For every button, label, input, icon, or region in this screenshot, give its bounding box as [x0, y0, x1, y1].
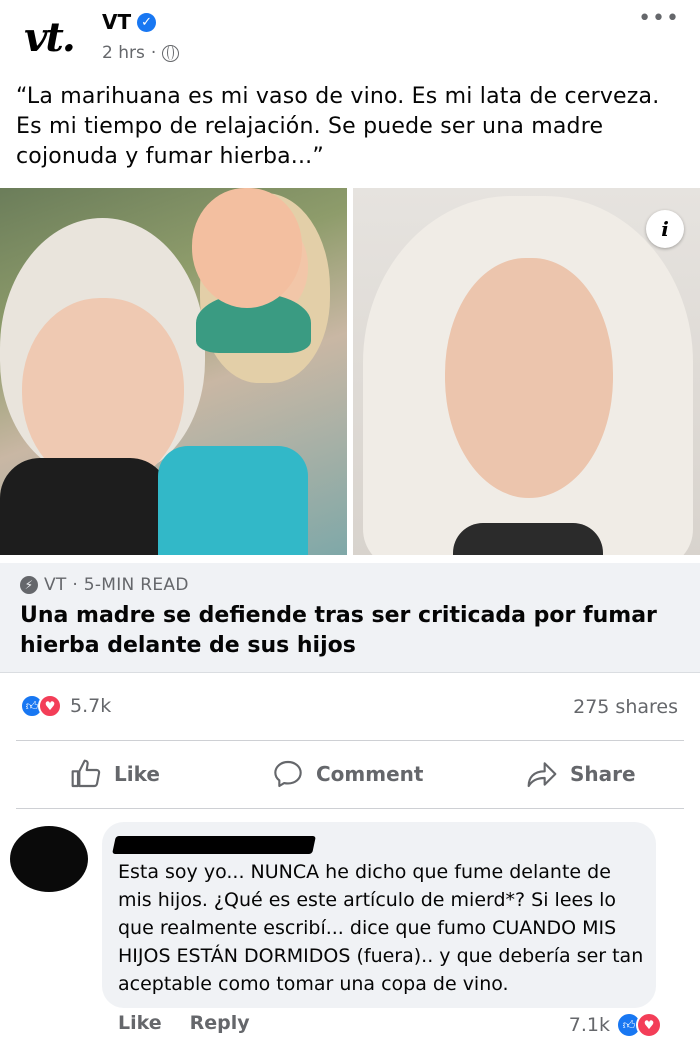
link-title[interactable]: Una madre se defiende tras ser criticada… [20, 601, 680, 661]
page-name-row: VT ✓ [102, 10, 157, 34]
comment-reaction-count: 7.1k [568, 1014, 610, 1036]
page-logo: vt. [24, 13, 76, 61]
post-actions: Like Comment Share [0, 744, 700, 806]
photo-shape [453, 523, 603, 555]
post-stats: 👍︎ ♥ 5.7k 275 shares [0, 690, 700, 726]
comment: Esta soy yo... NUNCA he dicho que fume d… [0, 816, 700, 1044]
page-avatar[interactable]: vt. [14, 6, 84, 68]
photo-portrait[interactable]: i [353, 188, 700, 555]
link-source: ⚡ VT · 5-MIN READ [20, 575, 189, 595]
share-button[interactable]: Share [526, 758, 636, 790]
comment-actions: Like Reply [118, 1012, 250, 1034]
divider [16, 740, 684, 741]
post-time[interactable]: 2 hrs [102, 43, 145, 63]
link-source-text: VT · 5-MIN READ [44, 575, 189, 595]
comment-button[interactable]: Comment [272, 758, 423, 790]
photo-shape [0, 458, 170, 555]
divider [16, 808, 684, 809]
globe-icon [162, 44, 180, 62]
comment-reaction-icons: 👍︎ ♥ [616, 1012, 662, 1038]
post-meta: 2 hrs · [102, 43, 180, 63]
photo-shape [445, 258, 613, 498]
commenter-name-redacted[interactable] [112, 836, 316, 854]
like-label: Like [114, 762, 160, 786]
comment-text: Esta soy yo... NUNCA he dicho que fume d… [118, 861, 644, 995]
photo-shape [192, 188, 302, 308]
comment-reactions[interactable]: 7.1k 👍︎ ♥ [569, 1012, 662, 1038]
love-reaction-icon: ♥ [636, 1012, 662, 1038]
love-reaction-icon: ♥ [38, 694, 62, 718]
comment-bubble: Esta soy yo... NUNCA he dicho que fume d… [102, 822, 656, 1008]
comment-like-button[interactable]: Like [118, 1012, 162, 1034]
commenter-avatar-redacted[interactable] [10, 826, 88, 892]
like-button[interactable]: Like [70, 758, 160, 790]
comment-label: Comment [316, 762, 424, 786]
comment-bubble-icon [274, 760, 302, 788]
photo-shape [158, 446, 308, 555]
share-count[interactable]: 275 shares [573, 696, 678, 718]
comment-reply-button[interactable]: Reply [190, 1012, 250, 1034]
post-photos[interactable]: i [0, 188, 700, 555]
instant-article-bolt-icon: ⚡ [20, 576, 38, 594]
more-options-button[interactable]: ••• [638, 6, 680, 31]
photo-family[interactable] [0, 188, 347, 555]
meta-separator: · [150, 43, 157, 63]
link-preview-card[interactable]: ⚡ VT · 5-MIN READ Una madre se defiende … [0, 563, 700, 673]
share-arrow-icon [527, 762, 557, 788]
reactions-summary[interactable]: 👍︎ ♥ 5.7k [20, 694, 111, 718]
info-icon[interactable]: i [646, 210, 684, 248]
page-name[interactable]: VT [102, 10, 131, 34]
post-text: “La marihuana es mi vaso de vino. Es mi … [16, 84, 660, 169]
verified-badge-icon: ✓ [137, 12, 157, 32]
reaction-count: 5.7k [70, 695, 112, 717]
share-label: Share [570, 762, 636, 786]
thumbs-up-icon [71, 759, 101, 788]
post-header: vt. VT ✓ 2 hrs · ••• [0, 0, 700, 80]
